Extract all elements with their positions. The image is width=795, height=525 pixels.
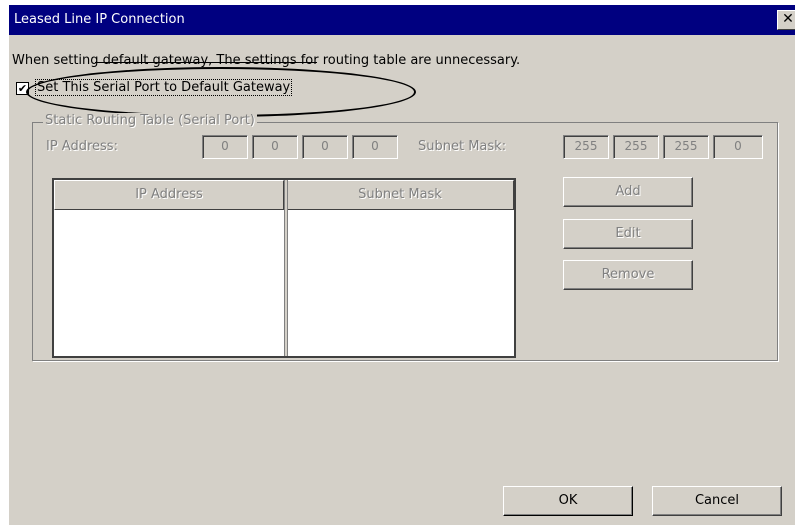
close-icon[interactable]: ✕ [777,10,795,30]
mask-octet-4[interactable]: 0 [713,135,763,159]
gateway-info-text: When setting default gateway, The settin… [12,53,521,68]
mask-octet-1[interactable]: 255 [563,135,609,159]
column-divider [284,180,288,356]
cancel-button[interactable]: Cancel [652,486,782,516]
mask-octet-3[interactable]: 255 [663,135,709,159]
column-header-subnet-mask[interactable]: Subnet Mask [286,180,514,210]
edit-route-button[interactable]: Edit [563,219,693,249]
ip-octet-3[interactable]: 0 [302,135,348,159]
strikethrough-mark [95,62,317,63]
remove-route-button[interactable]: Remove [563,260,693,290]
title-bar[interactable]: Leased Line IP Connection [9,5,795,35]
window-title: Leased Line IP Connection [14,12,185,27]
ip-octet-1[interactable]: 0 [202,135,248,159]
ip-address-label: IP Address: [46,139,118,154]
static-routing-legend: Static Routing Table (Serial Port) [43,113,257,128]
column-header-ip-address[interactable]: IP Address [54,180,284,210]
default-gateway-checkbox[interactable]: ✔ [16,82,29,95]
default-gateway-label[interactable]: Set This Serial Port to Default Gateway [34,79,293,96]
add-route-button[interactable]: Add [563,177,693,207]
ip-octet-4[interactable]: 0 [352,135,398,159]
ok-button[interactable]: OK [503,486,633,516]
ip-octet-2[interactable]: 0 [252,135,298,159]
subnet-mask-label: Subnet Mask: [418,139,507,154]
mask-octet-2[interactable]: 255 [613,135,659,159]
routing-table-list[interactable]: IP Address Subnet Mask [52,178,516,358]
